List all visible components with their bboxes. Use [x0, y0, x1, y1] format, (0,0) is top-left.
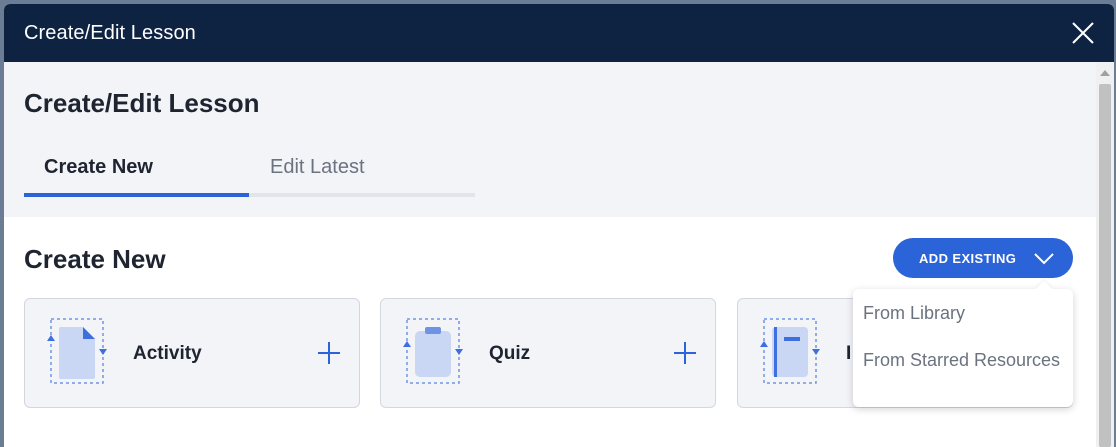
plus-icon[interactable]	[673, 341, 697, 365]
modal-title: Create/Edit Lesson	[24, 22, 196, 44]
create-edit-lesson-modal: Create/Edit Lesson Create/Edit Lesson Cr…	[4, 4, 1114, 447]
lesson-header-section: Create/Edit Lesson Create New Edit Lates…	[4, 62, 1096, 217]
tab-active-indicator	[24, 193, 249, 197]
document-icon	[47, 318, 107, 384]
card-quiz[interactable]: Quiz	[380, 298, 716, 408]
dropdown-item-from-library[interactable]: From Library	[863, 301, 1063, 326]
notebook-icon	[760, 318, 820, 384]
tab-edit-latest[interactable]: Edit Latest	[270, 156, 365, 179]
card-label-quiz: Quiz	[489, 343, 531, 364]
card-label-third: I	[846, 343, 852, 364]
clipboard-icon	[403, 318, 463, 384]
add-existing-button[interactable]: ADD EXISTING	[893, 238, 1073, 278]
card-label-activity: Activity	[133, 343, 202, 364]
chevron-down-icon	[1034, 253, 1054, 265]
scroll-thumb[interactable]	[1099, 84, 1111, 447]
scrollbar[interactable]	[1096, 62, 1114, 447]
close-icon	[1072, 22, 1094, 44]
add-existing-label: ADD EXISTING	[919, 251, 1017, 266]
modal-header: Create/Edit Lesson	[4, 4, 1114, 62]
tab-create-new[interactable]: Create New	[44, 156, 153, 179]
card-activity[interactable]: Activity	[24, 298, 360, 408]
add-existing-dropdown: From Library From Starred Resources	[853, 280, 1073, 407]
section-title: Create New	[24, 244, 166, 274]
plus-icon[interactable]	[317, 341, 341, 365]
page-title: Create/Edit Lesson	[24, 88, 260, 118]
close-button[interactable]	[1070, 20, 1096, 46]
scroll-up-arrow-icon[interactable]	[1100, 70, 1110, 76]
dropdown-item-from-starred-resources[interactable]: From Starred Resources	[863, 348, 1063, 373]
dropdown-caret	[1035, 280, 1053, 298]
